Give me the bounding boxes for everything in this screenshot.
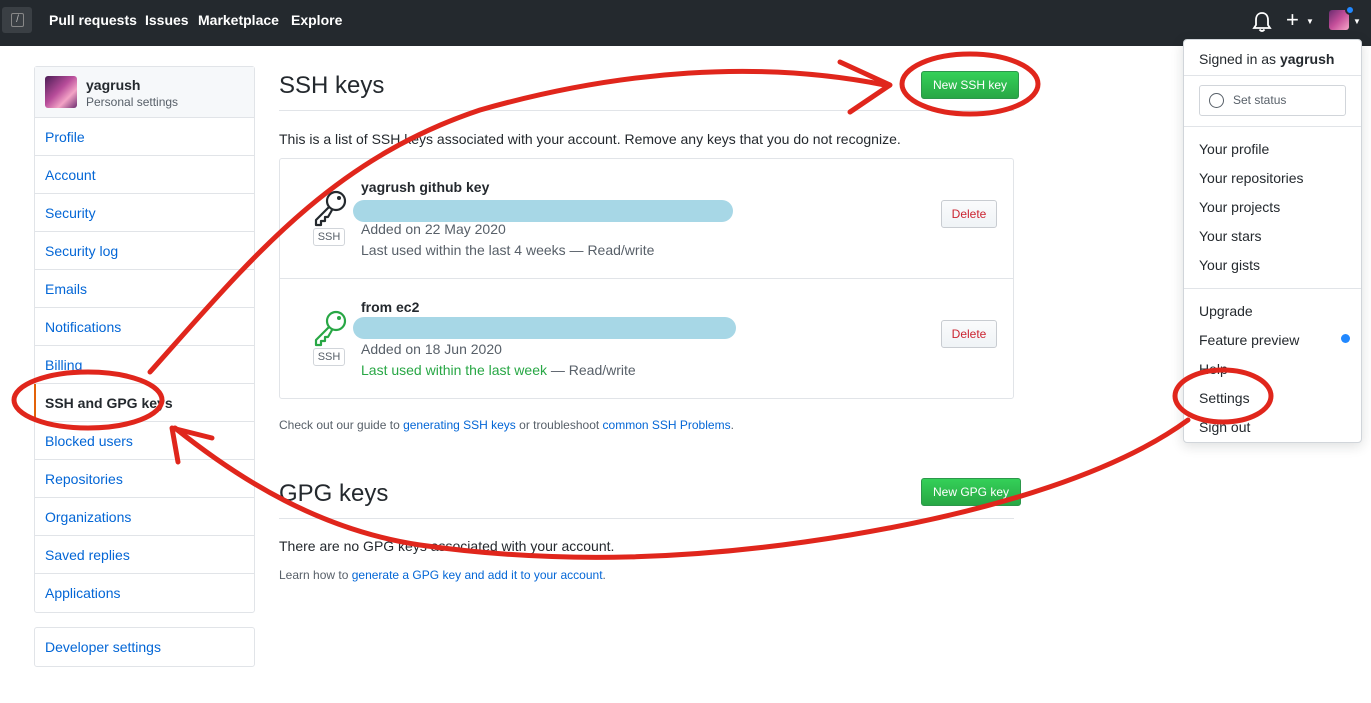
sidebar-item-account[interactable]: Account bbox=[35, 156, 254, 194]
guide-prefix: Check out our guide to bbox=[279, 418, 404, 432]
key-access-text: — Read/write bbox=[547, 362, 636, 378]
sidebar-item-notifications[interactable]: Notifications bbox=[35, 308, 254, 346]
key-last-used-text: Last used within the last 4 weeks bbox=[361, 242, 566, 258]
list-item: SSH yagrush github key Added on 22 May 2… bbox=[280, 159, 1013, 279]
menu-your-repositories[interactable]: Your repositories bbox=[1199, 170, 1304, 186]
key-access-text: — Read/write bbox=[565, 242, 655, 258]
divider bbox=[279, 518, 1014, 519]
plus-icon[interactable]: + bbox=[1286, 8, 1299, 32]
set-status-button[interactable]: Set status bbox=[1199, 85, 1346, 116]
key-icon bbox=[314, 310, 347, 347]
divider bbox=[279, 110, 1014, 111]
sidebar-item-billing[interactable]: Billing bbox=[35, 346, 254, 384]
gpg-keys-title: GPG keys bbox=[279, 480, 389, 507]
key-added-date: Added on 18 Jun 2020 bbox=[361, 341, 502, 357]
sidebar-item-repositories[interactable]: Repositories bbox=[35, 460, 254, 498]
menu-settings[interactable]: Settings bbox=[1199, 390, 1250, 406]
key-icon bbox=[314, 190, 347, 227]
generate-gpg-key-link[interactable]: generate a GPG key and add it to your ac… bbox=[352, 568, 603, 582]
sidebar-item-organizations[interactable]: Organizations bbox=[35, 498, 254, 536]
common-ssh-problems-link[interactable]: common SSH Problems bbox=[603, 418, 731, 432]
menu-upgrade[interactable]: Upgrade bbox=[1199, 303, 1253, 319]
sidebar-subtitle: Personal settings bbox=[86, 95, 179, 109]
avatar-caret-icon[interactable]: ▼ bbox=[1353, 17, 1361, 26]
sidebar-item-profile[interactable]: Profile bbox=[35, 118, 254, 156]
annotation-arrowhead-top bbox=[837, 59, 893, 115]
menu-sign-out[interactable]: Sign out bbox=[1199, 419, 1250, 435]
ssh-badge: SSH bbox=[313, 348, 345, 366]
list-item: SSH from ec2 Added on 18 Jun 2020 Last u… bbox=[280, 279, 1013, 399]
nav-pull-requests[interactable]: Pull requests bbox=[49, 12, 137, 28]
sidebar-item-security-log[interactable]: Security log bbox=[35, 232, 254, 270]
key-last-used-text: Last used within the last week bbox=[361, 362, 547, 378]
divider bbox=[1184, 75, 1361, 76]
ssh-description: This is a list of SSH keys associated wi… bbox=[279, 131, 901, 147]
nav-marketplace[interactable]: Marketplace bbox=[198, 12, 279, 28]
smiley-icon bbox=[1209, 93, 1224, 108]
signed-in-user: yagrush bbox=[1279, 51, 1335, 67]
guide-mid: or troubleshoot bbox=[515, 418, 603, 432]
feature-preview-dot bbox=[1341, 334, 1350, 343]
delete-key-button[interactable]: Delete bbox=[941, 200, 997, 228]
fingerprint-redaction bbox=[353, 317, 736, 339]
settings-sidebar: yagrush Personal settings Profile Accoun… bbox=[34, 66, 255, 613]
avatar bbox=[45, 76, 77, 108]
ssh-badge: SSH bbox=[313, 228, 345, 246]
gpg-learn-note: Learn how to generate a GPG key and add … bbox=[279, 568, 606, 582]
set-status-label: Set status bbox=[1233, 93, 1287, 107]
sidebar-item-blocked-users[interactable]: Blocked users bbox=[35, 422, 254, 460]
menu-your-projects[interactable]: Your projects bbox=[1199, 199, 1280, 215]
new-gpg-key-button[interactable]: New GPG key bbox=[921, 478, 1022, 506]
ssh-keys-list: SSH yagrush github key Added on 22 May 2… bbox=[279, 158, 1014, 399]
signed-in-as: Signed in as yagrush bbox=[1199, 51, 1334, 67]
sidebar-item-ssh-gpg-keys[interactable]: SSH and GPG keys bbox=[34, 384, 254, 422]
ssh-guide-note: Check out our guide to generating SSH ke… bbox=[279, 418, 734, 432]
developer-settings-box: Developer settings bbox=[34, 627, 255, 667]
fingerprint-redaction bbox=[353, 200, 733, 222]
bell-icon[interactable] bbox=[1252, 11, 1272, 33]
notification-dot bbox=[1345, 5, 1355, 15]
user-dropdown-menu: Signed in as yagrush Set status Your pro… bbox=[1183, 39, 1362, 443]
learn-suffix: . bbox=[602, 568, 606, 582]
generating-ssh-keys-link[interactable]: generating SSH keys bbox=[403, 418, 516, 432]
logo-glyph: / bbox=[11, 13, 24, 27]
sidebar-item-applications[interactable]: Applications bbox=[35, 574, 254, 612]
new-ssh-key-button[interactable]: New SSH key bbox=[921, 71, 1020, 99]
divider bbox=[1184, 288, 1361, 289]
sidebar-header: yagrush Personal settings bbox=[35, 67, 254, 118]
key-added-date: Added on 22 May 2020 bbox=[361, 221, 506, 237]
sidebar-username: yagrush bbox=[86, 77, 141, 93]
nav-explore[interactable]: Explore bbox=[291, 12, 342, 28]
github-logo[interactable]: / bbox=[2, 7, 32, 33]
menu-your-profile[interactable]: Your profile bbox=[1199, 141, 1269, 157]
sidebar-item-emails[interactable]: Emails bbox=[35, 270, 254, 308]
key-name: from ec2 bbox=[361, 299, 420, 315]
menu-your-gists[interactable]: Your gists bbox=[1199, 257, 1260, 273]
ssh-keys-title: SSH keys bbox=[279, 72, 385, 99]
menu-feature-preview[interactable]: Feature preview bbox=[1199, 332, 1299, 348]
top-header: / Pull requests Issues Marketplace Explo… bbox=[0, 0, 1371, 46]
delete-key-button[interactable]: Delete bbox=[941, 320, 997, 348]
key-last-used: Last used within the last 4 weeks — Read… bbox=[361, 242, 654, 258]
nav-issues[interactable]: Issues bbox=[145, 12, 189, 28]
signed-in-prefix: Signed in as bbox=[1199, 51, 1280, 67]
learn-prefix: Learn how to bbox=[279, 568, 352, 582]
guide-suffix: . bbox=[730, 418, 734, 432]
menu-your-stars[interactable]: Your stars bbox=[1199, 228, 1262, 244]
sidebar-item-saved-replies[interactable]: Saved replies bbox=[35, 536, 254, 574]
sidebar-item-developer-settings[interactable]: Developer settings bbox=[35, 628, 254, 666]
plus-caret-icon[interactable]: ▼ bbox=[1306, 17, 1314, 26]
key-last-used: Last used within the last week — Read/wr… bbox=[361, 362, 636, 378]
sidebar-item-security[interactable]: Security bbox=[35, 194, 254, 232]
menu-help[interactable]: Help bbox=[1199, 361, 1228, 377]
divider bbox=[1184, 126, 1361, 127]
gpg-empty-message: There are no GPG keys associated with yo… bbox=[279, 538, 615, 554]
key-name: yagrush github key bbox=[361, 179, 490, 195]
